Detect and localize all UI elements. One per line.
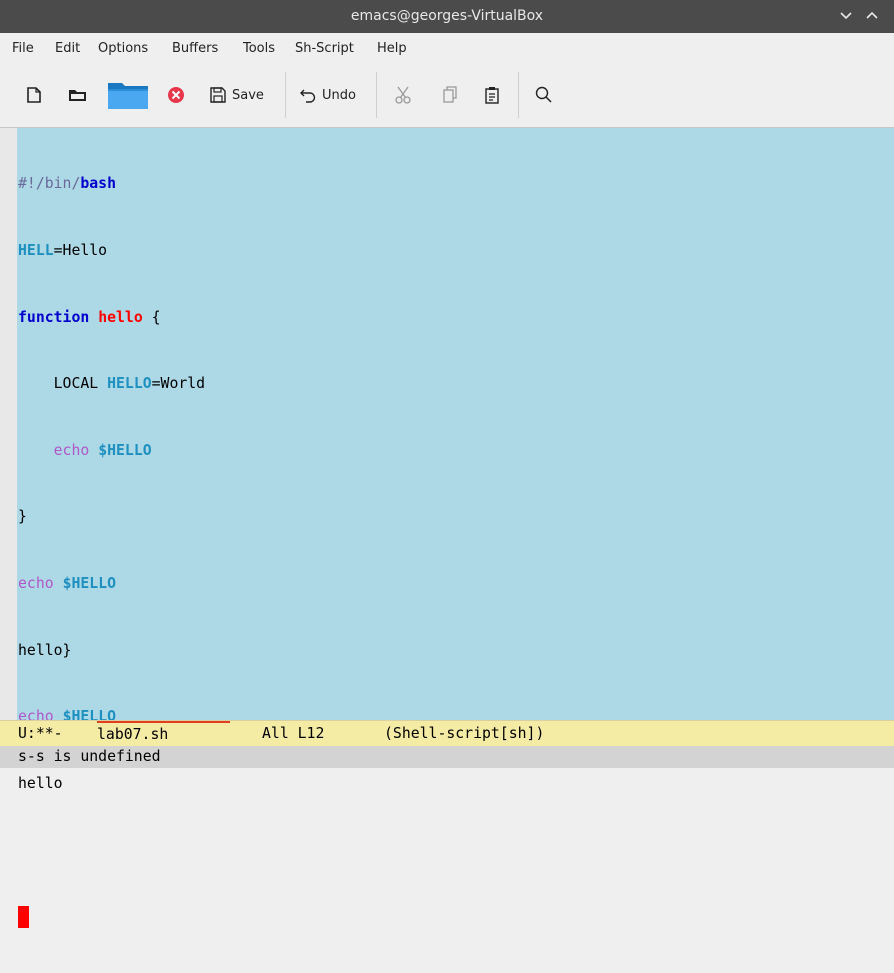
open-folder-icon bbox=[69, 90, 86, 101]
new-file-button[interactable] bbox=[24, 80, 44, 110]
mode-line: U:**- lab07.sh All L12 (Shell-script[sh]… bbox=[0, 720, 894, 746]
shebang-shell: bash bbox=[80, 175, 116, 193]
buffer-name[interactable]: lab07.sh bbox=[97, 721, 230, 746]
chevron-down-icon bbox=[840, 12, 852, 20]
code-line-4: LOCAL HELLO=World bbox=[18, 373, 205, 395]
code-line-7: echo $HELLO bbox=[18, 573, 205, 595]
buffer-position: All L12 bbox=[262, 725, 325, 742]
brace-close: } bbox=[18, 508, 27, 526]
shebang: #!/bin/ bbox=[18, 175, 81, 193]
search-icon bbox=[535, 86, 552, 103]
copy-button[interactable] bbox=[439, 80, 459, 110]
keyword-function: function bbox=[18, 308, 90, 326]
close-buffer-icon bbox=[168, 87, 184, 103]
cut-button[interactable] bbox=[393, 80, 413, 110]
menu-file[interactable]: File bbox=[12, 33, 34, 64]
minimize-button[interactable] bbox=[836, 4, 856, 26]
left-fringe bbox=[0, 128, 17, 720]
assignment: =Hello bbox=[53, 242, 108, 259]
new-file-icon bbox=[27, 87, 41, 103]
code-line-1: #!/bin/bash bbox=[18, 173, 205, 195]
open-directory-button[interactable] bbox=[106, 80, 150, 110]
major-mode[interactable]: (Shell-script[sh]) bbox=[384, 721, 544, 746]
toolbar-separator bbox=[518, 72, 519, 118]
toolbar-separator bbox=[285, 72, 286, 118]
save-label: Save bbox=[232, 87, 264, 103]
paste-button[interactable] bbox=[482, 80, 502, 110]
chevron-up-icon bbox=[866, 11, 878, 19]
variable-name: HELL bbox=[18, 242, 54, 259]
menu-sh-script[interactable]: Sh-Script bbox=[295, 33, 354, 64]
function-call: hello} bbox=[18, 641, 72, 659]
dired-folder-icon bbox=[108, 83, 148, 109]
undo-icon bbox=[300, 89, 316, 103]
menu-tools[interactable]: Tools bbox=[243, 33, 275, 64]
tool-bar: Save Undo bbox=[0, 64, 894, 127]
variable-reference: $HELLO bbox=[98, 441, 152, 459]
code-line-6: } bbox=[18, 506, 205, 528]
builtin-echo: echo bbox=[53, 441, 90, 459]
maximize-button[interactable] bbox=[862, 4, 882, 26]
function-call: hello bbox=[18, 774, 63, 792]
function-name: hello bbox=[98, 308, 143, 326]
editor-buffer[interactable]: #!/bin/bash HELL=Hello function hello { … bbox=[0, 127, 894, 928]
paste-icon bbox=[485, 87, 499, 104]
code-line-8: hello} bbox=[18, 640, 205, 662]
undo-label: Undo bbox=[322, 87, 356, 103]
menu-edit[interactable]: Edit bbox=[55, 33, 80, 64]
save-button[interactable]: Save bbox=[208, 80, 264, 110]
search-button[interactable] bbox=[533, 80, 555, 110]
text-cursor bbox=[18, 905, 29, 928]
code-line-10: hello bbox=[18, 773, 205, 795]
code-text: #!/bin/bash HELL=Hello function hello { … bbox=[18, 129, 205, 973]
echo-area: s-s is undefined bbox=[0, 746, 894, 768]
buffer-status: U:**- bbox=[18, 725, 63, 742]
builtin-echo: echo bbox=[18, 574, 54, 592]
open-file-button[interactable] bbox=[66, 80, 90, 110]
assignment: =World bbox=[151, 375, 206, 393]
copy-icon bbox=[443, 86, 457, 103]
menu-help[interactable]: Help bbox=[377, 33, 407, 64]
local-keyword: LOCAL bbox=[18, 375, 108, 393]
variable-name: HELLO bbox=[107, 375, 152, 393]
close-buffer-button[interactable] bbox=[165, 80, 187, 110]
menu-buffers[interactable]: Buffers bbox=[172, 33, 218, 64]
menu-bar: File Edit Options Buffers Tools Sh-Scrip… bbox=[0, 33, 894, 64]
code-line-5: echo $HELLO bbox=[18, 440, 205, 462]
code-line-2: HELL=Hello bbox=[18, 240, 205, 262]
echo-message: s-s is undefined bbox=[18, 748, 161, 765]
variable-reference: $HELLO bbox=[62, 574, 117, 592]
code-line-12 bbox=[18, 905, 205, 928]
save-icon bbox=[210, 87, 226, 103]
title-bar: emacs@georges-VirtualBox bbox=[0, 0, 894, 33]
window-title: emacs@georges-VirtualBox bbox=[350, 8, 544, 24]
brace-open: { bbox=[142, 308, 161, 326]
code-line-3: function hello { bbox=[18, 307, 205, 329]
undo-button[interactable]: Undo bbox=[298, 80, 356, 110]
menu-options[interactable]: Options bbox=[98, 33, 148, 64]
toolbar-separator bbox=[376, 72, 377, 118]
cut-icon bbox=[395, 86, 411, 104]
